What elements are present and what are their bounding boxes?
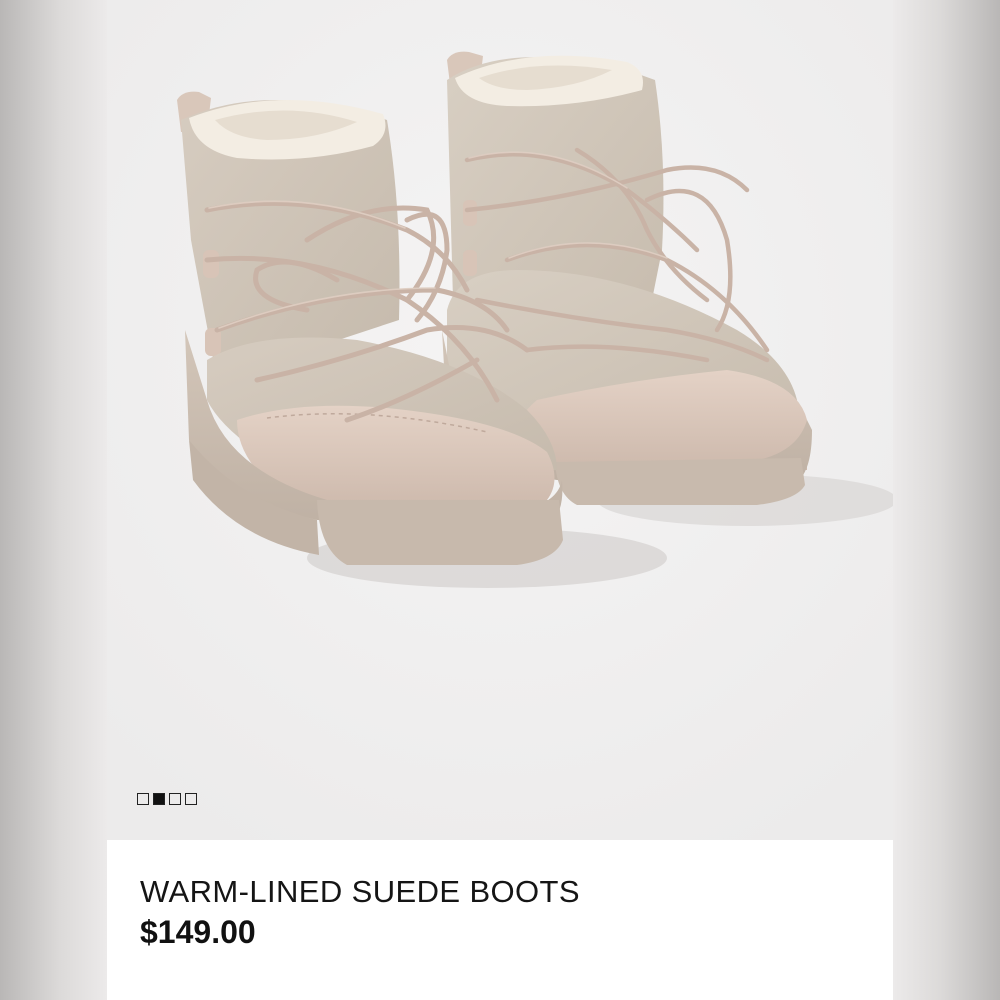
pagination-dot-1[interactable] <box>137 793 149 805</box>
product-price: $149.00 <box>140 914 256 950</box>
pagination-dot-3[interactable] <box>169 793 181 805</box>
product-card[interactable]: WARM-LINED SUEDE BOOTS $149.00 <box>107 0 893 1000</box>
product-image[interactable] <box>107 0 893 840</box>
image-pagination <box>137 793 197 805</box>
product-info: WARM-LINED SUEDE BOOTS $149.00 <box>107 840 893 1000</box>
pagination-dot-2-active[interactable] <box>153 793 165 805</box>
boots-illustration <box>107 0 893 840</box>
product-title[interactable]: WARM-LINED SUEDE BOOTS <box>140 874 580 910</box>
pagination-dot-4[interactable] <box>185 793 197 805</box>
